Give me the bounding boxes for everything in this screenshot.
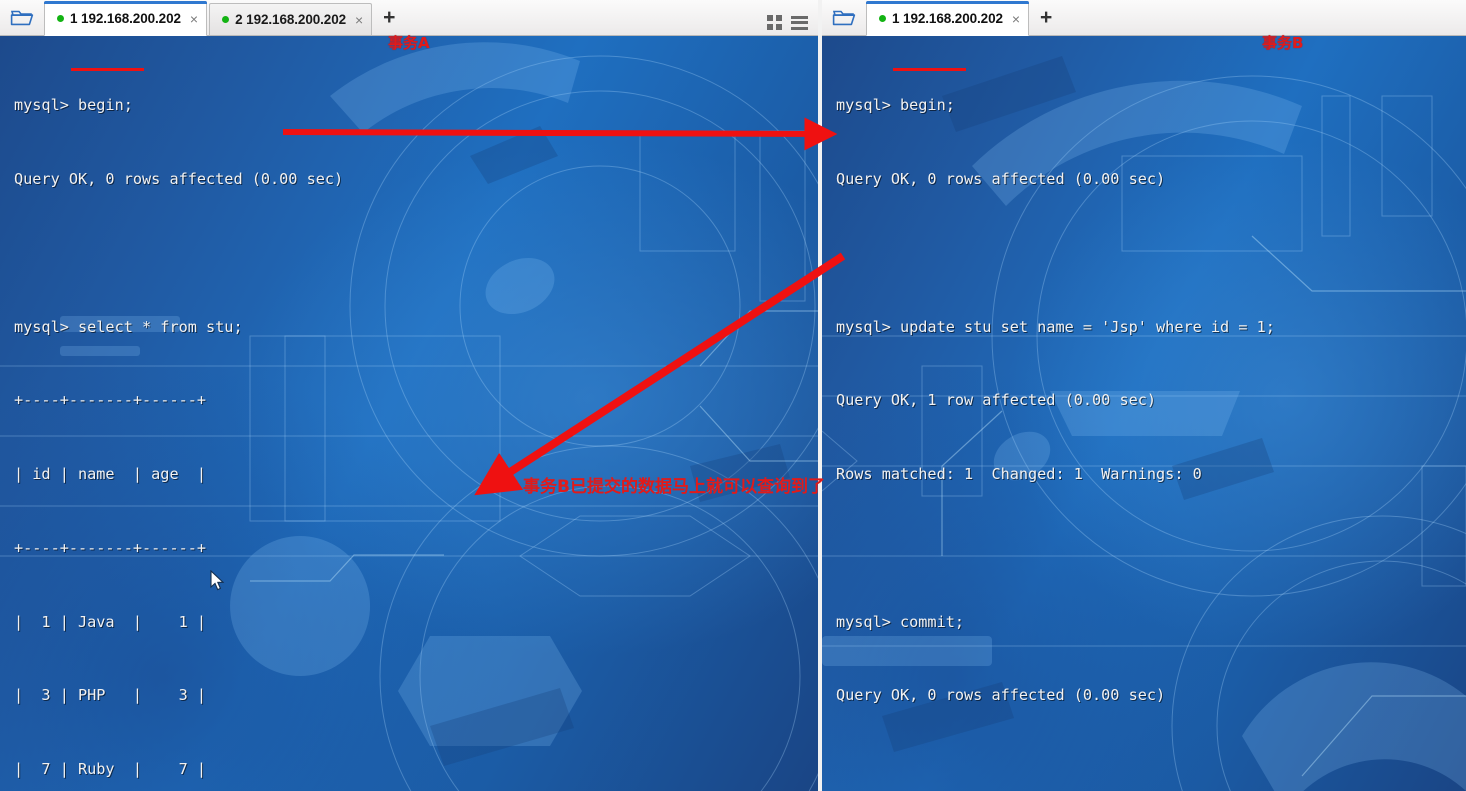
terminal-line: mysql> begin;: [14, 96, 133, 115]
terminal-line: mysql> update stu set name = 'Jsp' where…: [836, 317, 1275, 336]
terminal-line: mysql> begin;: [836, 96, 955, 115]
terminal-line: Rows matched: 1 Changed: 1 Warnings: 0: [836, 465, 1202, 484]
tab-right-1-label: 1 192.168.200.202: [892, 11, 1003, 26]
terminal-line: Query OK, 1 row affected (0.00 sec): [836, 391, 1157, 410]
terminal-line: mysql> select * from stu;: [14, 317, 243, 336]
terminal-line: mysql> commit;: [836, 612, 965, 631]
tab-status-dot: [222, 16, 230, 23]
close-icon[interactable]: ×: [355, 13, 363, 27]
toolbar-icons: [767, 15, 818, 35]
folder-icon[interactable]: [0, 0, 44, 35]
tab-left-2-label: 2 192.168.200.202: [235, 12, 347, 27]
close-icon[interactable]: ×: [1012, 12, 1020, 26]
grid-view-icon[interactable]: [767, 15, 782, 30]
mouse-cursor: [210, 570, 225, 591]
table-row: | 3 | PHP | 3 |: [14, 686, 207, 705]
tab-left-1[interactable]: 1 192.168.200.202 ×: [44, 1, 208, 36]
terminal-line: | id | name | age |: [14, 465, 207, 484]
right-terminal-pane: 1 192.168.200.202 × + mysql> begin; Quer…: [822, 0, 1466, 791]
folder-icon[interactable]: [822, 0, 866, 35]
new-tab-button[interactable]: +: [1031, 1, 1061, 34]
left-tab-bar: 1 192.168.200.202 × 2 192.168.200.202 × …: [0, 0, 818, 36]
tab-left-2[interactable]: 2 192.168.200.202 ×: [209, 3, 373, 36]
tab-left-1-label: 1 192.168.200.202: [70, 11, 181, 26]
terminal-line: Query OK, 0 rows affected (0.00 sec): [836, 169, 1166, 188]
pane-divider[interactable]: [818, 0, 822, 791]
terminal-line: Query OK, 0 rows affected (0.00 sec): [836, 686, 1166, 705]
right-terminal-text: mysql> begin; Query OK, 0 rows affected …: [822, 36, 1466, 791]
tab-right-1[interactable]: 1 192.168.200.202 ×: [866, 1, 1030, 36]
tab-status-dot: [879, 15, 886, 22]
terminal-line: +----+-------+------+: [14, 538, 207, 557]
close-icon[interactable]: ×: [190, 12, 198, 26]
right-tab-bar: 1 192.168.200.202 × +: [822, 0, 1466, 36]
left-terminal-screen[interactable]: mysql> begin; Query OK, 0 rows affected …: [0, 36, 818, 791]
app-window: 1 192.168.200.202 × 2 192.168.200.202 × …: [0, 0, 1466, 791]
begin-underline-annotation: [893, 68, 966, 71]
terminal-line: +----+-------+------+: [14, 391, 207, 410]
table-row: | 1 | Java | 1 |: [14, 612, 207, 631]
hamburger-menu-icon[interactable]: [791, 15, 808, 30]
tab-status-dot: [57, 15, 64, 22]
right-terminal-screen[interactable]: mysql> begin; Query OK, 0 rows affected …: [822, 36, 1466, 791]
table-row: | 7 | Ruby | 7 |: [14, 760, 207, 779]
left-terminal-pane: 1 192.168.200.202 × 2 192.168.200.202 × …: [0, 0, 818, 791]
new-tab-button[interactable]: +: [374, 1, 404, 34]
begin-underline-annotation: [71, 68, 144, 71]
left-terminal-text: mysql> begin; Query OK, 0 rows affected …: [0, 36, 818, 791]
terminal-line: Query OK, 0 rows affected (0.00 sec): [14, 169, 344, 188]
